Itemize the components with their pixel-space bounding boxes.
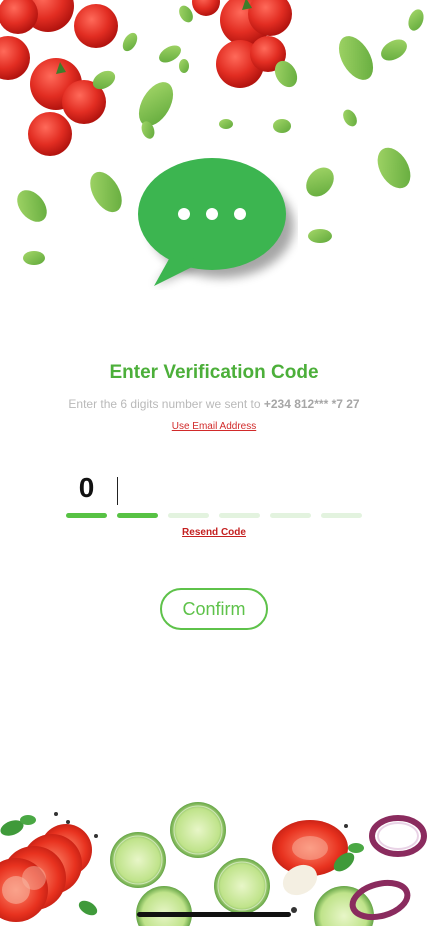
otp-underline (219, 513, 260, 518)
otp-digit-5[interactable] (270, 470, 311, 518)
otp-digit-2[interactable] (117, 470, 158, 518)
vegetables-decor (0, 802, 427, 926)
otp-underline (66, 513, 107, 518)
home-indicator (137, 912, 291, 917)
chat-bubble-icon (138, 158, 294, 286)
otp-input[interactable]: 0 (66, 470, 366, 520)
otp-digit-4[interactable] (219, 470, 260, 518)
otp-digit-value: 0 (78, 472, 95, 503)
otp-digit-3[interactable] (168, 470, 209, 518)
otp-digit-1[interactable]: 0 (66, 470, 107, 518)
confirm-button[interactable]: Confirm (160, 588, 268, 630)
resend-code-link[interactable]: Resend Code (0, 527, 428, 538)
otp-underline (321, 513, 362, 518)
instruction-text: Enter the 6 digits number we sent to +23… (0, 397, 428, 411)
text-cursor (117, 477, 118, 505)
otp-underline (270, 513, 311, 518)
phone-number: +234 812*** *7 27 (263, 397, 360, 411)
otp-underline (168, 513, 209, 518)
use-email-link[interactable]: Use Email Address (0, 421, 428, 432)
otp-underline (117, 513, 158, 518)
page-title: Enter Verification Code (109, 362, 319, 383)
otp-digit-6[interactable] (321, 470, 362, 518)
instruction-prefix: Enter the 6 digits number we sent to (68, 397, 261, 411)
